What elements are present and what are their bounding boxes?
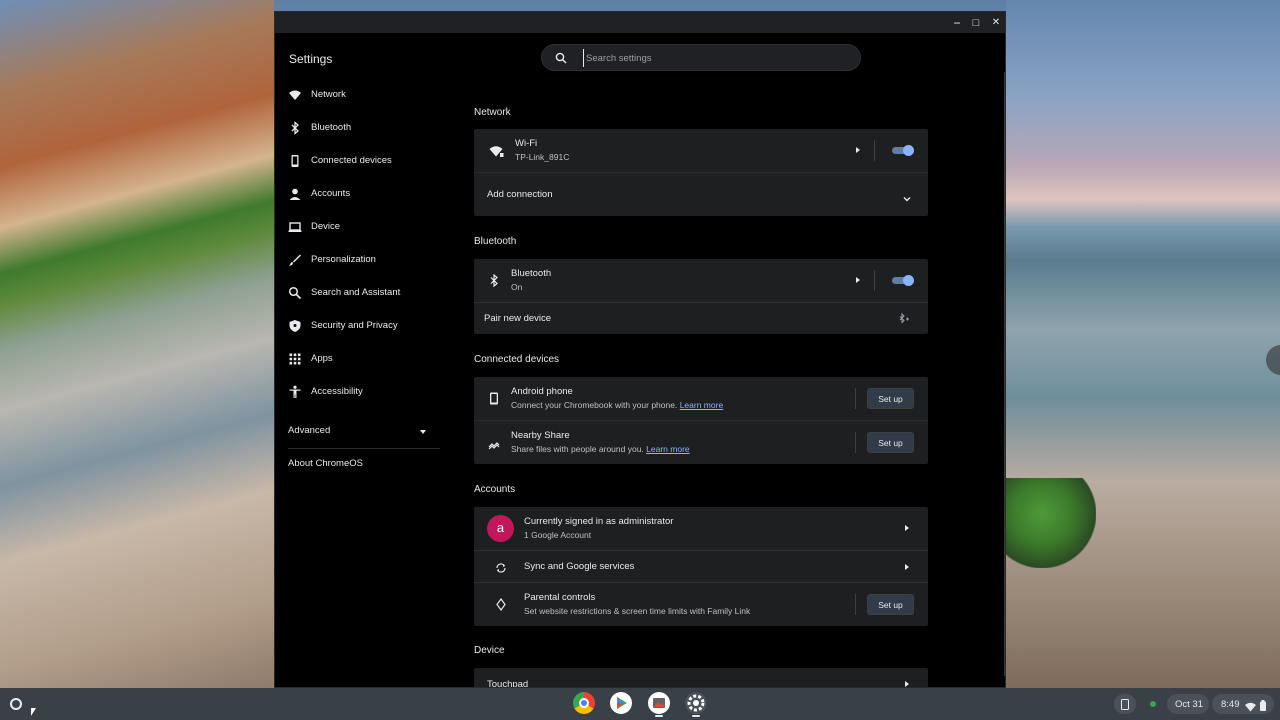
search-input[interactable] bbox=[583, 49, 843, 67]
nearby-setup-button[interactable]: Set up bbox=[867, 432, 914, 453]
wifi-status-icon bbox=[1245, 699, 1256, 717]
phone-hub-button[interactable] bbox=[1114, 694, 1136, 714]
chevron-right-icon bbox=[905, 681, 909, 687]
section-title-device: Device bbox=[474, 645, 505, 656]
minimize-button[interactable]: − bbox=[949, 15, 965, 31]
row-separator bbox=[874, 140, 875, 161]
signed-in-row[interactable]: a Currently signed in as administrator 1… bbox=[474, 507, 928, 550]
running-indicator bbox=[692, 715, 700, 717]
android-setup-button[interactable]: Set up bbox=[867, 388, 914, 409]
bluetooth-title: Bluetooth bbox=[511, 268, 552, 279]
wallpaper-rock bbox=[1006, 478, 1096, 568]
signed-in-title: Currently signed in as administrator bbox=[524, 516, 674, 527]
wallpaper-left bbox=[0, 0, 274, 688]
chevron-right-icon bbox=[856, 147, 860, 153]
bluetooth-status: On bbox=[511, 282, 523, 292]
main-content: Network Wi-Fi TP-Link_891C Add connectio… bbox=[275, 81, 1005, 688]
chevron-right-icon bbox=[905, 564, 909, 570]
learn-more-link[interactable]: Learn more bbox=[680, 400, 723, 410]
parental-setup-button[interactable]: Set up bbox=[867, 594, 914, 615]
accounts-card: a Currently signed in as administrator 1… bbox=[474, 507, 928, 626]
close-button[interactable]: ✕ bbox=[988, 15, 1004, 31]
chevron-right-icon bbox=[856, 277, 860, 283]
maximize-button[interactable]: □ bbox=[968, 15, 984, 31]
launcher-button[interactable] bbox=[10, 698, 22, 710]
title-bar[interactable]: − □ ✕ bbox=[275, 12, 1005, 33]
section-title-accounts: Accounts bbox=[474, 484, 516, 495]
row-separator bbox=[855, 432, 856, 453]
phone-icon bbox=[489, 392, 499, 410]
bluetooth-card: Bluetooth On Pair new device bbox=[474, 259, 928, 334]
sync-icon bbox=[495, 561, 507, 579]
android-phone-title: Android phone bbox=[511, 386, 573, 397]
chrome-icon[interactable] bbox=[573, 692, 595, 714]
connected-devices-card: Android phone Connect your Chromebook wi… bbox=[474, 377, 928, 464]
sync-label: Sync and Google services bbox=[524, 561, 635, 572]
network-card: Wi-Fi TP-Link_891C Add connection bbox=[474, 129, 928, 216]
scrollbar[interactable] bbox=[1004, 72, 1005, 676]
settings-app-icon[interactable] bbox=[685, 692, 707, 714]
wifi-network-name: TP-Link_891C bbox=[515, 152, 570, 162]
avatar: a bbox=[487, 515, 514, 542]
parental-controls-row[interactable]: Parental controls Set website restrictio… bbox=[474, 582, 928, 626]
nearby-share-title: Nearby Share bbox=[511, 430, 570, 441]
battery-icon bbox=[1260, 698, 1266, 716]
parental-controls-title: Parental controls bbox=[524, 592, 596, 603]
touchpad-row[interactable]: Touchpad bbox=[474, 668, 928, 688]
search-icon bbox=[555, 51, 567, 69]
search-box[interactable] bbox=[541, 44, 861, 71]
wifi-title: Wi-Fi bbox=[515, 138, 538, 149]
wallpaper-right bbox=[1006, 0, 1280, 688]
date-label: Oct 31 bbox=[1175, 699, 1203, 710]
add-connection-row[interactable]: Add connection bbox=[474, 172, 928, 216]
bluetooth-add-icon bbox=[898, 312, 910, 330]
settings-header: Settings bbox=[275, 33, 1005, 81]
play-store-icon[interactable] bbox=[610, 692, 632, 714]
account-count: 1 Google Account bbox=[524, 530, 592, 540]
touchpad-label: Touchpad bbox=[487, 679, 529, 688]
page-title: Settings bbox=[289, 52, 333, 66]
nearby-share-description: Share files with people around you. Lear… bbox=[511, 444, 690, 454]
running-indicator bbox=[655, 715, 663, 717]
wifi-toggle[interactable] bbox=[892, 145, 914, 156]
row-separator bbox=[855, 594, 856, 615]
device-card: Touchpad bbox=[474, 668, 928, 688]
row-separator bbox=[855, 388, 856, 409]
chevron-down-icon bbox=[903, 190, 911, 202]
parental-controls-icon bbox=[495, 597, 507, 616]
nearby-share-icon bbox=[488, 438, 500, 456]
pair-new-device-label: Pair new device bbox=[484, 313, 552, 324]
pair-new-device-row[interactable]: Pair new device bbox=[474, 302, 928, 334]
bluetooth-row[interactable]: Bluetooth On bbox=[474, 259, 928, 302]
section-title-bluetooth: Bluetooth bbox=[474, 236, 517, 247]
chevron-right-icon bbox=[905, 525, 909, 531]
settings-window: − □ ✕ Settings Network Bluetooth bbox=[274, 11, 1006, 688]
shelf bbox=[0, 688, 1280, 720]
wifi-icon bbox=[489, 144, 504, 163]
time-label: 8:49 bbox=[1221, 699, 1240, 710]
gallery-icon[interactable] bbox=[648, 692, 670, 714]
row-separator bbox=[874, 270, 875, 291]
bluetooth-icon bbox=[488, 273, 500, 292]
android-phone-description: Connect your Chromebook with your phone.… bbox=[511, 400, 724, 410]
bluetooth-toggle[interactable] bbox=[892, 275, 914, 286]
section-title-network: Network bbox=[474, 107, 511, 118]
status-dot bbox=[1150, 701, 1156, 707]
add-connection-label: Add connection bbox=[487, 189, 553, 200]
wifi-row[interactable]: Wi-Fi TP-Link_891C bbox=[474, 129, 928, 172]
android-phone-row[interactable]: Android phone Connect your Chromebook wi… bbox=[474, 377, 928, 420]
section-title-connected-devices: Connected devices bbox=[474, 354, 560, 365]
nearby-share-row[interactable]: Nearby Share Share files with people aro… bbox=[474, 420, 928, 464]
sync-row[interactable]: Sync and Google services bbox=[474, 550, 928, 582]
mouse-cursor-icon bbox=[31, 708, 36, 716]
learn-more-link[interactable]: Learn more bbox=[646, 444, 689, 454]
parental-controls-description: Set website restrictions & screen time l… bbox=[524, 606, 751, 616]
